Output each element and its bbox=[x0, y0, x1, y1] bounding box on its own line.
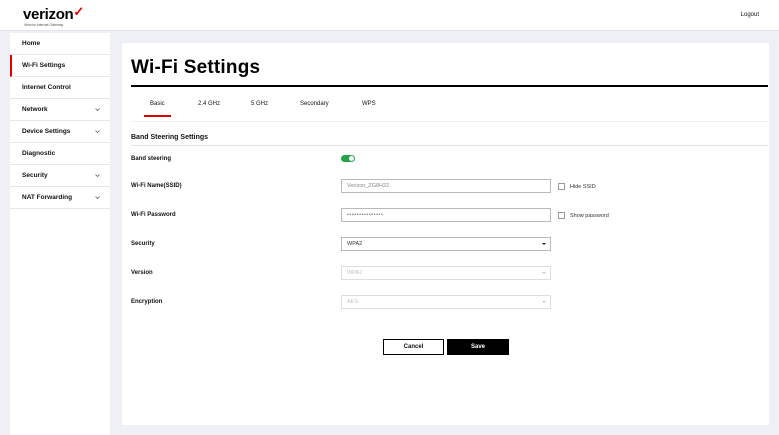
checkmark-icon: ✓ bbox=[73, 4, 85, 19]
sidebar-item-device-settings[interactable]: Device Settings bbox=[10, 121, 110, 143]
sidebar-item-network[interactable]: Network bbox=[10, 99, 110, 121]
cancel-button[interactable]: Cancel bbox=[383, 339, 444, 355]
sidebar-item-security[interactable]: Security bbox=[10, 165, 110, 187]
logo-subtext: Verizon Internet Gateway bbox=[24, 23, 64, 27]
encryption-label: Encryption bbox=[131, 299, 163, 305]
caret-down-icon bbox=[542, 301, 546, 303]
show-password-label: Show password bbox=[570, 212, 609, 219]
sidebar-item-label: Internet Control bbox=[22, 84, 71, 91]
security-label: Security bbox=[131, 241, 155, 247]
version-label: Version bbox=[131, 270, 153, 276]
tabs-divider bbox=[131, 121, 768, 122]
sidebar-item-internet-control[interactable]: Internet Control bbox=[10, 77, 110, 99]
hide-ssid-option[interactable]: Hide SSID bbox=[558, 183, 596, 190]
band-steering-toggle[interactable] bbox=[341, 155, 355, 162]
top-bar: verizon✓ Verizon Internet Gateway Logout bbox=[0, 0, 779, 31]
sidebar-item-label: Diagnostic bbox=[22, 150, 56, 157]
verizon-logo[interactable]: verizon✓ Verizon Internet Gateway bbox=[23, 4, 85, 27]
toggle-knob bbox=[349, 156, 354, 161]
ssid-input[interactable]: Verizon_ZG8H22 bbox=[341, 179, 551, 193]
sidebar-item-label: Security bbox=[22, 172, 48, 179]
sidebar-item-nat-forwarding[interactable]: NAT Forwarding bbox=[10, 187, 110, 209]
chevron-down-icon bbox=[95, 129, 100, 134]
sidebar-item-label: Network bbox=[22, 106, 48, 113]
security-select-value: WPA2 bbox=[347, 241, 363, 247]
security-select[interactable]: WPA2 bbox=[341, 237, 551, 251]
sidebar-item-diagnostic[interactable]: Diagnostic bbox=[10, 143, 110, 165]
logout-link[interactable]: Logout bbox=[741, 12, 759, 18]
page-title: Wi-Fi Settings bbox=[131, 57, 261, 78]
tab-basic[interactable]: Basic bbox=[144, 101, 171, 117]
tab-wps[interactable]: WPS bbox=[362, 101, 376, 107]
sidebar-item-label: NAT Forwarding bbox=[22, 194, 73, 201]
section-title: Band Steering Settings bbox=[131, 134, 209, 141]
encryption-select-value: AES bbox=[347, 299, 359, 305]
title-divider bbox=[131, 85, 768, 87]
sidebar: Home Wi-Fi Settings Internet Control Net… bbox=[10, 33, 110, 435]
sidebar-item-wifi-settings[interactable]: Wi-Fi Settings bbox=[10, 55, 110, 77]
band-steering-label: Band steering bbox=[131, 156, 172, 162]
password-input[interactable]: ••••••••••••••• bbox=[341, 208, 551, 222]
hide-ssid-label: Hide SSID bbox=[570, 183, 596, 190]
version-select-value: WPA2 bbox=[347, 270, 363, 276]
version-select: WPA2 bbox=[341, 266, 551, 280]
chevron-down-icon bbox=[95, 173, 100, 178]
caret-down-icon bbox=[542, 243, 546, 245]
caret-down-icon bbox=[542, 272, 546, 274]
chevron-down-icon bbox=[95, 107, 100, 112]
password-label: Wi-Fi Password bbox=[131, 212, 176, 218]
show-password-option[interactable]: Show password bbox=[558, 212, 609, 219]
encryption-select: AES bbox=[341, 295, 551, 309]
tab-secondary[interactable]: Secondary bbox=[300, 101, 329, 107]
hide-ssid-checkbox[interactable] bbox=[558, 183, 565, 190]
save-button[interactable]: Save bbox=[447, 339, 509, 355]
ssid-label: Wi-Fi Name(SSID) bbox=[131, 183, 182, 189]
section-divider bbox=[131, 145, 768, 146]
sidebar-item-label: Wi-Fi Settings bbox=[22, 62, 66, 69]
tab-2-4-ghz[interactable]: 2.4 GHz bbox=[198, 101, 220, 107]
chevron-down-icon bbox=[95, 195, 100, 200]
sidebar-item-home[interactable]: Home bbox=[10, 33, 110, 55]
tab-5-ghz[interactable]: 5 GHz bbox=[251, 101, 268, 107]
show-password-checkbox[interactable] bbox=[558, 212, 565, 219]
logo-wordmark: verizon bbox=[23, 6, 74, 23]
sidebar-item-label: Device Settings bbox=[22, 128, 71, 135]
main-panel: Wi-Fi Settings Basic 2.4 GHz 5 GHz Secon… bbox=[122, 43, 769, 425]
sidebar-item-label: Home bbox=[22, 40, 41, 47]
